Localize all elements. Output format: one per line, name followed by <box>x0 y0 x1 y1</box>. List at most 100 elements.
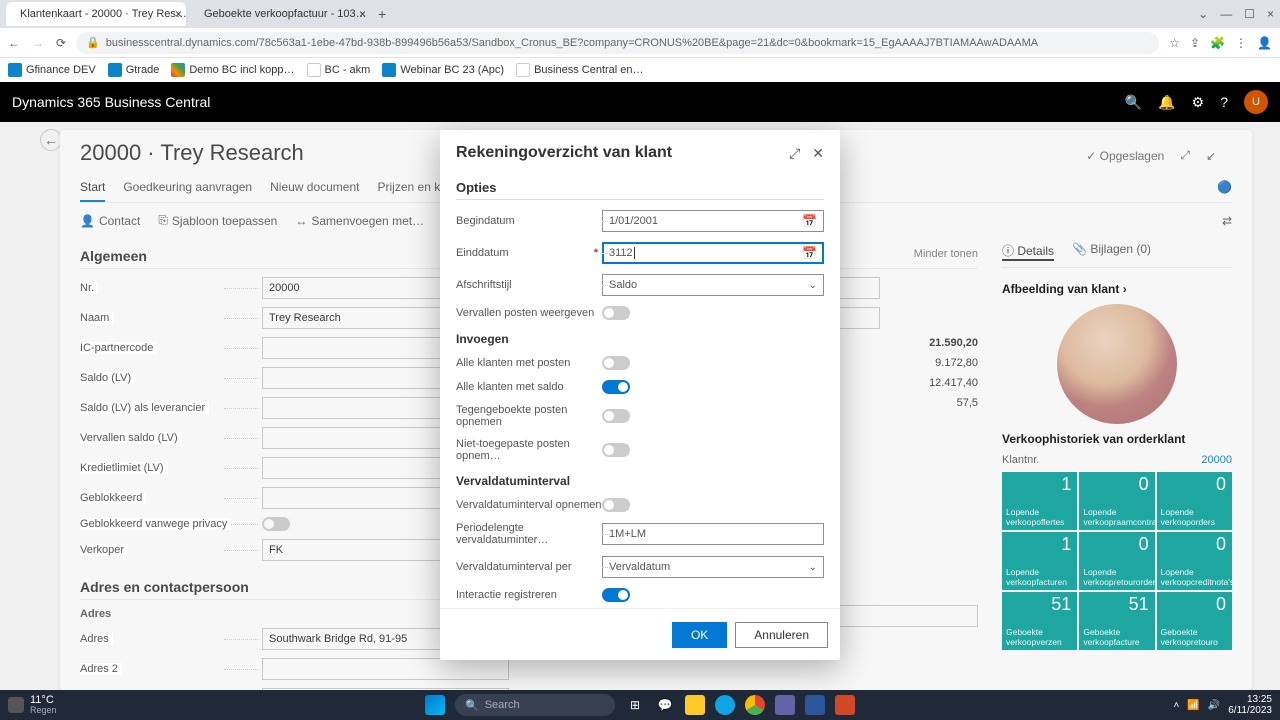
bookmark-label: Business Central en… <box>534 64 643 76</box>
toggle-interactie[interactable] <box>602 588 630 602</box>
maximize-icon[interactable]: ☐ <box>1244 7 1255 21</box>
tab-close-icon[interactable]: × <box>175 7 182 21</box>
input-einddatum[interactable]: 3112📅 <box>602 242 824 264</box>
chevron-down-icon: ⌄ <box>809 280 817 291</box>
tab-close-icon[interactable]: × <box>359 7 366 21</box>
label-niettoegepaste: Niet-toegepaste posten opnem… <box>456 438 570 462</box>
input-periodelengte[interactable]: 1M+LM <box>602 523 824 545</box>
edge-icon[interactable] <box>715 695 735 715</box>
select-afschriftstijl[interactable]: Saldo⌄ <box>602 274 824 296</box>
bookmark-icon <box>307 63 321 77</box>
bookmark-icon <box>382 63 396 77</box>
bookmark-item[interactable]: Demo BC incl kopp… <box>171 63 294 77</box>
powerpoint-icon[interactable] <box>835 695 855 715</box>
bookmark-label: Gfinance DEV <box>26 64 96 76</box>
label-vervallen: Vervallen saldo (LV) <box>80 432 182 444</box>
notifications-icon[interactable]: 🔔 <box>1158 94 1175 111</box>
calendar-icon[interactable]: 📅 <box>802 246 817 260</box>
weather-icon[interactable] <box>8 697 24 713</box>
taskbar-search[interactable]: 🔍 Search <box>455 694 615 716</box>
lock-icon: 🔒 <box>86 36 100 49</box>
label-interactie: Interactie registreren <box>456 589 557 601</box>
extensions-icon[interactable]: 🧩 <box>1210 36 1225 50</box>
label-krediet: Kredietlimiet (LV) <box>80 462 168 474</box>
user-avatar[interactable]: U <box>1244 90 1268 114</box>
dialog-expand-icon[interactable]: ⤢ <box>789 145 800 162</box>
label-priv: Geblokkeerd vanwege privacy <box>80 518 231 530</box>
weather-desc: Regen <box>30 706 57 716</box>
bookmark-item[interactable]: Webinar BC 23 (Apc) <box>382 63 504 77</box>
bookmark-item[interactable]: Business Central en… <box>516 63 643 77</box>
toggle-tegengeboekte[interactable] <box>602 409 630 423</box>
toggle-vervallen-weergeven[interactable] <box>602 306 630 320</box>
dialog-title: Rekeningoverzicht van klant <box>456 144 672 162</box>
chevron-down-icon[interactable]: ⌄ <box>1198 7 1208 21</box>
label-nr: Nr. <box>80 282 98 294</box>
word-icon[interactable] <box>805 695 825 715</box>
label-adres: Adres <box>80 633 113 645</box>
label-adres2: Adres 2 <box>80 663 122 675</box>
start-button[interactable] <box>425 695 445 715</box>
ok-button[interactable]: OK <box>672 622 727 648</box>
chat-icon[interactable]: 💬 <box>655 695 675 715</box>
bookmark-item[interactable]: BC - akm <box>307 63 371 77</box>
dialog-close-icon[interactable]: ✕ <box>812 145 824 162</box>
section-vervaldatum: Vervaldatuminterval <box>456 474 824 488</box>
search-icon[interactable]: 🔍 <box>1125 94 1142 111</box>
product-name: Dynamics 365 Business Central <box>12 94 210 110</box>
explorer-icon[interactable] <box>685 695 705 715</box>
bookmark-icon <box>8 63 22 77</box>
help-icon[interactable]: ? <box>1220 94 1228 110</box>
label-alle-posten: Alle klanten met posten <box>456 357 570 369</box>
select-vervald-per[interactable]: Vervaldatum⌄ <box>602 556 824 578</box>
minimize-icon[interactable]: — <box>1220 7 1232 21</box>
label-vervald-per: Vervaldatuminterval per <box>456 561 572 573</box>
bookmark-icon <box>171 63 185 77</box>
tray-chevron-icon[interactable]: ˄ <box>1174 700 1180 711</box>
label-ic: IC-partnercode <box>80 342 157 354</box>
nav-reload-icon[interactable]: ⟳ <box>56 36 66 50</box>
new-tab-button[interactable]: + <box>378 6 386 22</box>
chrome-icon[interactable] <box>745 695 765 715</box>
url-text: businesscentral.dynamics.com/78c563a1-1e… <box>106 37 1038 49</box>
browser-tab-inactive[interactable]: Geboekte verkoopfactuur - 103… × <box>190 2 370 26</box>
label-saldo: Saldo (LV) <box>80 372 135 384</box>
toggle-alle-saldo[interactable] <box>602 380 630 394</box>
star-icon[interactable]: ☆ <box>1169 36 1180 50</box>
input-begindatum[interactable]: 1/01/2001📅 <box>602 210 824 232</box>
label-naam: Naam <box>80 312 113 324</box>
profile-icon[interactable]: 👤 <box>1257 36 1272 50</box>
bookmark-item[interactable]: Gtrade <box>108 63 160 77</box>
teams-icon[interactable] <box>775 695 795 715</box>
label-vervald-opnemen: Vervaldatuminterval opnemen <box>456 499 602 511</box>
browser-tab-strip: Klantenkaart - 20000 · Trey Res… × Geboe… <box>0 0 1280 28</box>
label-tegengeboekte: Tegengeboekte posten opnemen <box>456 404 567 428</box>
menu-icon[interactable]: ⋮ <box>1235 36 1247 50</box>
search-placeholder: Search <box>485 699 520 711</box>
bookmark-label: Demo BC incl kopp… <box>189 64 294 76</box>
bookmark-label: Webinar BC 23 (Apc) <box>400 64 504 76</box>
section-invoegen: Invoegen <box>456 332 824 346</box>
settings-icon[interactable]: ⚙ <box>1192 94 1205 111</box>
search-icon: 🔍 <box>465 699 479 712</box>
annuleren-button[interactable]: Annuleren <box>735 622 828 648</box>
calendar-icon[interactable]: 📅 <box>802 214 817 228</box>
toggle-niettoegepaste[interactable] <box>602 443 630 457</box>
label-begindatum: Begindatum <box>456 215 515 227</box>
section-opties: Opties <box>456 180 824 200</box>
browser-tab-active[interactable]: Klantenkaart - 20000 · Trey Res… × <box>6 2 186 26</box>
task-view-icon[interactable]: ⊞ <box>625 695 645 715</box>
toggle-vervald-opnemen[interactable] <box>602 498 630 512</box>
tray-wifi-icon[interactable]: 📶 <box>1187 700 1199 711</box>
tray-volume-icon[interactable]: 🔊 <box>1208 700 1220 711</box>
bookmark-icon <box>108 63 122 77</box>
nav-back-icon[interactable]: ← <box>8 36 20 50</box>
url-input[interactable]: 🔒 businesscentral.dynamics.com/78c563a1-… <box>76 32 1159 54</box>
toggle-alle-posten[interactable] <box>602 356 630 370</box>
share-icon[interactable]: ⇪ <box>1190 36 1200 50</box>
d365-header: Dynamics 365 Business Central 🔍 🔔 ⚙ ? U <box>0 82 1280 122</box>
nav-forward-icon: → <box>32 36 44 50</box>
close-window-icon[interactable]: × <box>1267 7 1274 21</box>
clock[interactable]: 13:25 6/11/2023 <box>1228 694 1272 716</box>
bookmark-item[interactable]: Gfinance DEV <box>8 63 96 77</box>
